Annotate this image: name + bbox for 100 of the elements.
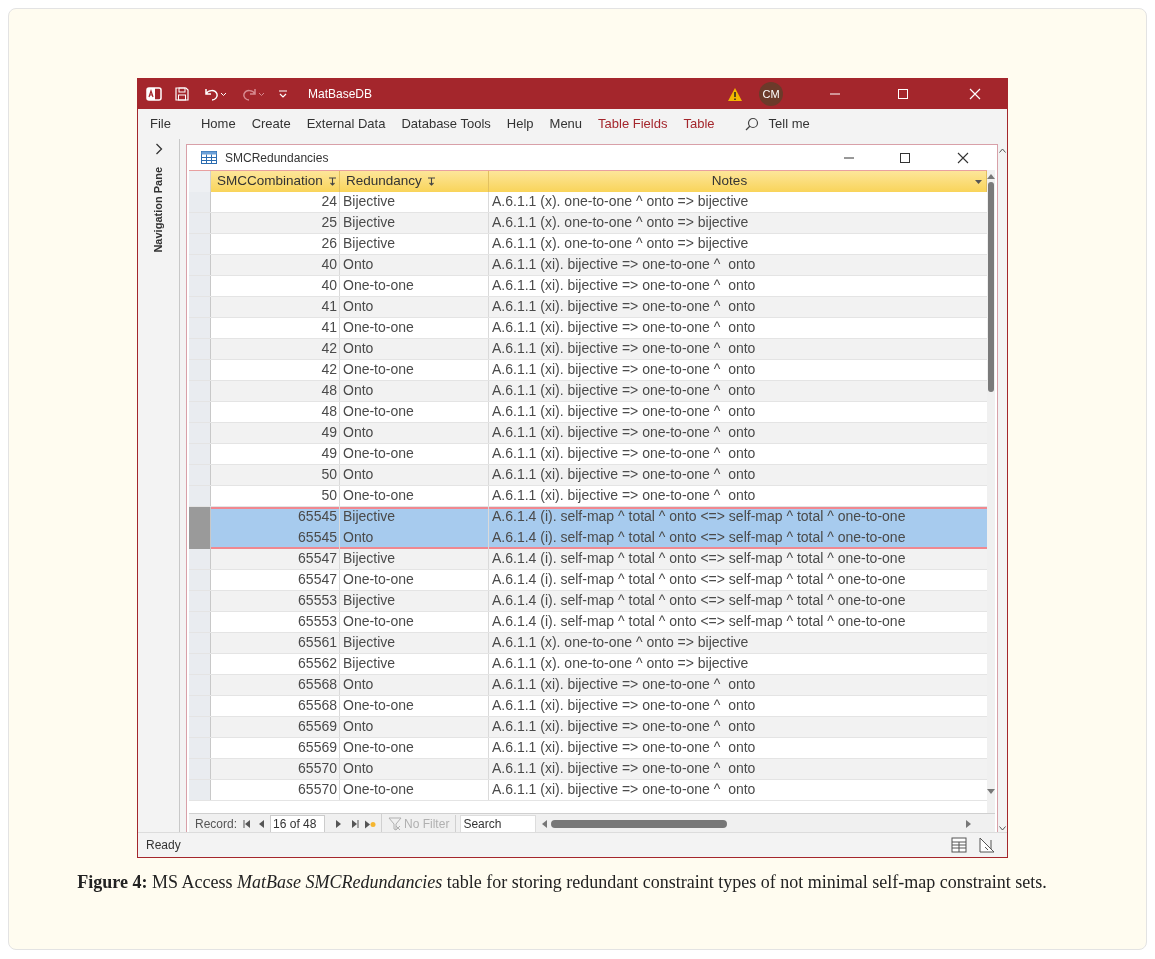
table-cell-text: A.6.1.1 (xi). bijective => one-to-one ^ onto — [491, 339, 757, 358]
ribbon-tab[interactable]: Table Fields — [592, 110, 674, 138]
table-cell: 65547 — [211, 549, 340, 569]
search-field[interactable]: Search — [460, 814, 537, 834]
table-row[interactable]: 40 One-to-one A.6.1.1 (xi). bijective => one-to-one ^ onto — [189, 276, 987, 297]
table-cell: 24 — [211, 192, 340, 212]
table-cell: Onto — [340, 675, 489, 695]
status-text: Ready — [146, 837, 181, 854]
table-cell: Onto — [340, 465, 489, 485]
table-cell: Bijective — [340, 591, 489, 611]
tell-me-field[interactable]: Tell me — [768, 114, 810, 134]
table-row[interactable]: 65561 Bijective A.6.1.1 (x). one-to-one ^ onto => bijective — [189, 633, 987, 654]
ribbon-tab[interactable]: Database Tools — [395, 110, 497, 138]
table-cell-text: A.6.1.1 (xi). bijective => one-to-one ^ onto — [491, 381, 757, 400]
table-row[interactable]: 26 Bijective A.6.1.1 (x). one-to-one ^ onto => bijective — [189, 234, 987, 255]
table-cell-text: A.6.1.4 (i). self-map ^ total ^ onto <=> self-map ^ total ^ one-to-one — [491, 570, 907, 589]
table-cell-text: A.6.1.1 (xi). bijective => one-to-one ^ onto — [491, 465, 757, 484]
table-cell-text: A.6.1.4 (i). self-map ^ total ^ onto <=> self-map ^ total ^ one-to-one — [491, 612, 907, 631]
ribbon-tab[interactable]: Menu — [543, 110, 589, 138]
table-cell: 65547 — [211, 570, 340, 590]
table-row[interactable]: 65569 One-to-one A.6.1.1 (xi). bijective => one-to-one ^ onto — [189, 738, 987, 759]
table-cell-text: A.6.1.1 (xi). bijective => one-to-one ^ onto — [491, 297, 757, 316]
table-cell: 65553 — [211, 591, 340, 611]
table-row[interactable]: 65570 Onto A.6.1.1 (xi). bijective => one-to-one ^ onto — [189, 759, 987, 780]
table-row[interactable]: 65547 One-to-one A.6.1.4 (i). self-map ^ total ^ onto <=> self-map ^ total ^ one-to-one — [189, 570, 987, 591]
table-row[interactable]: 65553 One-to-one A.6.1.4 (i). self-map ^ total ^ onto <=> self-map ^ total ^ one-to-one — [189, 612, 987, 633]
table-cell: Bijective — [340, 213, 489, 233]
document-title: SMCRedundancies — [225, 149, 329, 167]
table-cell-text: A.6.1.1 (xi). bijective => one-to-one ^ onto — [491, 696, 757, 715]
table-cell: 25 — [211, 213, 340, 233]
table-cell: 41 — [211, 318, 340, 338]
table-cell: Onto — [340, 423, 489, 443]
table-row[interactable]: 65545 Bijective A.6.1.4 (i). self-map ^ total ^ onto <=> self-map ^ total ^ one-to-one — [189, 507, 987, 528]
table-row[interactable]: 65545 Onto A.6.1.4 (i). self-map ^ total ^ onto <=> self-map ^ total ^ one-to-one — [189, 528, 987, 549]
table-row[interactable]: 65553 Bijective A.6.1.4 (i). self-map ^ total ^ onto <=> self-map ^ total ^ one-to-one — [189, 591, 987, 612]
table-row[interactable]: 40 Onto A.6.1.1 (xi). bijective => one-to-one ^ onto — [189, 255, 987, 276]
table-row[interactable]: 65570 One-to-one A.6.1.1 (xi). bijective => one-to-one ^ onto — [189, 780, 987, 801]
table-cell: 65562 — [211, 654, 340, 674]
table-cell: 40 — [211, 276, 340, 296]
table-row[interactable]: 50 One-to-one A.6.1.1 (xi). bijective => one-to-one ^ onto — [189, 486, 987, 507]
table-cell: Bijective — [340, 234, 489, 254]
table-cell: 49 — [211, 423, 340, 443]
window-title: MatBaseDB — [308, 86, 373, 103]
table-row[interactable]: 49 Onto A.6.1.1 (xi). bijective => one-to-one ^ onto — [189, 423, 987, 444]
ribbon-tab[interactable]: Home — [194, 110, 242, 138]
navigation-pane-label: Navigation Pane — [151, 167, 166, 253]
table-cell-text: A.6.1.4 (i). self-map ^ total ^ onto <=> self-map ^ total ^ one-to-one — [491, 528, 907, 547]
table-cell-text: A.6.1.1 (x). one-to-one ^ onto => bijective — [491, 654, 750, 673]
table-cell: Onto — [340, 759, 489, 779]
table-cell: One-to-one — [340, 276, 489, 296]
table-cell-text: A.6.1.4 (i). self-map ^ total ^ onto <=> self-map ^ total ^ one-to-one — [491, 549, 907, 568]
table-cell-text: A.6.1.1 (xi). bijective => one-to-one ^ onto — [491, 675, 757, 694]
table-row[interactable]: 42 Onto A.6.1.1 (xi). bijective => one-to-one ^ onto — [189, 339, 987, 360]
table-cell-text: A.6.1.1 (xi). bijective => one-to-one ^ onto — [491, 360, 757, 379]
table-row[interactable]: 65562 Bijective A.6.1.1 (x). one-to-one ^ onto => bijective — [189, 654, 987, 675]
table-cell: One-to-one — [340, 486, 489, 506]
table-cell: 65568 — [211, 675, 340, 695]
table-row[interactable]: 65547 Bijective A.6.1.4 (i). self-map ^ total ^ onto <=> self-map ^ total ^ one-to-one — [189, 549, 987, 570]
table-cell: One-to-one — [340, 696, 489, 716]
table-cell: Onto — [340, 297, 489, 317]
table-cell: Bijective — [340, 549, 489, 569]
table-cell: 40 — [211, 255, 340, 275]
table-cell: 48 — [211, 381, 340, 401]
table-row[interactable]: 65568 Onto A.6.1.1 (xi). bijective => one-to-one ^ onto — [189, 675, 987, 696]
table-cell: Bijective — [340, 633, 489, 653]
table-cell: 42 — [211, 339, 340, 359]
table-cell-text: A.6.1.4 (i). self-map ^ total ^ onto <=> self-map ^ total ^ one-to-one — [491, 507, 907, 526]
ribbon-tab[interactable]: Help — [500, 110, 540, 138]
table-row[interactable]: 65569 Onto A.6.1.1 (xi). bijective => one-to-one ^ onto — [189, 717, 987, 738]
table-row[interactable]: 41 One-to-one A.6.1.1 (xi). bijective => one-to-one ^ onto — [189, 318, 987, 339]
table-cell-text: A.6.1.1 (x). one-to-one ^ onto => bijective — [491, 234, 750, 253]
table-row[interactable]: 24 Bijective A.6.1.1 (x). one-to-one ^ onto => bijective — [189, 192, 987, 213]
table-cell: 41 — [211, 297, 340, 317]
table-cell-text: A.6.1.1 (xi). bijective => one-to-one ^ onto — [491, 717, 757, 736]
table-cell-text: A.6.1.1 (x). one-to-one ^ onto => bijective — [491, 192, 750, 211]
table-cell-text: A.6.1.1 (xi). bijective => one-to-one ^ onto — [491, 423, 757, 442]
table-cell: One-to-one — [340, 318, 489, 338]
user-avatar[interactable]: CM — [759, 82, 783, 106]
table-cell-text: A.6.1.4 (i). self-map ^ total ^ onto <=> self-map ^ total ^ one-to-one — [491, 591, 907, 610]
table-row[interactable]: 42 One-to-one A.6.1.1 (xi). bijective => one-to-one ^ onto — [189, 360, 987, 381]
table-cell: 65568 — [211, 696, 340, 716]
table-row[interactable]: 50 Onto A.6.1.1 (xi). bijective => one-to-one ^ onto — [189, 465, 987, 486]
table-row[interactable]: 49 One-to-one A.6.1.1 (xi). bijective => one-to-one ^ onto — [189, 444, 987, 465]
table-row[interactable]: 25 Bijective A.6.1.1 (x). one-to-one ^ onto => bijective — [189, 213, 987, 234]
table-cell: One-to-one — [340, 738, 489, 758]
table-cell-text: A.6.1.1 (xi). bijective => one-to-one ^ onto — [491, 255, 757, 274]
table-row[interactable]: 41 Onto A.6.1.1 (xi). bijective => one-to-one ^ onto — [189, 297, 987, 318]
ribbon-tab[interactable]: External Data — [300, 110, 392, 138]
table-row[interactable]: 65568 One-to-one A.6.1.1 (xi). bijective => one-to-one ^ onto — [189, 696, 987, 717]
table-cell: 65561 — [211, 633, 340, 653]
ribbon-tab[interactable]: File — [138, 110, 195, 138]
ribbon-tab[interactable]: Table — [677, 110, 721, 138]
ribbon-tab[interactable]: Create — [245, 110, 297, 138]
table-row[interactable]: 48 Onto A.6.1.1 (xi). bijective => one-to-one ^ onto — [189, 381, 987, 402]
table-row[interactable]: 48 One-to-one A.6.1.1 (xi). bijective => one-to-one ^ onto — [189, 402, 987, 423]
table-cell: Onto — [340, 255, 489, 275]
current-record-field[interactable]: 16 of 48 — [270, 815, 326, 833]
table-cell-text: A.6.1.1 (xi). bijective => one-to-one ^ onto — [491, 318, 757, 337]
table-cell: One-to-one — [340, 612, 489, 632]
record-label: Record: — [194, 816, 239, 833]
